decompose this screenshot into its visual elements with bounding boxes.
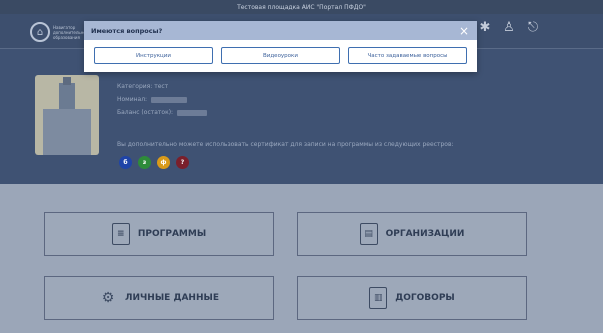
building-image — [35, 75, 99, 155]
organizations-label: ОРГАНИЗАЦИИ — [385, 229, 465, 239]
category-label: Категория: тест — [117, 83, 169, 90]
help-modal: Имеются вопросы? × Инструкции Видеоуроки… — [84, 21, 477, 72]
list-icon: ≡ — [111, 223, 130, 245]
document-icon: ▤ — [359, 223, 378, 245]
faq-button[interactable]: Часто задаваемые вопросы — [348, 47, 467, 64]
gear-icon: ⚙ — [101, 290, 115, 306]
contracts-tile[interactable]: ▥ ДОГОВОРЫ — [297, 276, 527, 320]
programs-label: ПРОГРАММЫ — [137, 229, 207, 239]
nominal-label: Номинал: — [117, 96, 148, 103]
logo[interactable]: ⌂ Навигатор дополнительного образования — [30, 20, 91, 44]
registry-badge[interactable]: ф — [157, 156, 170, 169]
contracts-label: ДОГОВОРЫ — [395, 293, 455, 303]
nominal-value-redacted — [151, 96, 188, 103]
registry-badge[interactable]: з — [138, 156, 151, 169]
user-icon[interactable]: ♙ — [502, 20, 516, 35]
balance-label: Баланс (остаток): — [117, 109, 174, 116]
modal-header: Имеются вопросы? × — [84, 21, 477, 40]
header-icons: ✱ ♙ ⎋ — [478, 20, 540, 35]
personal-data-tile[interactable]: ⚙ ЛИЧНЫЕ ДАННЫЕ — [44, 276, 274, 320]
registry-note: Вы дополнительно можете использовать сер… — [117, 141, 454, 148]
certificate-info: Категория: тест Номинал: Баланс (остаток… — [117, 83, 208, 122]
top-info-bar: Тестовая площадка АИС "Портал ПФДО" — [0, 0, 603, 14]
video-lessons-button[interactable]: Видеоуроки — [221, 47, 340, 64]
main-menu: ≡ ПРОГРАММЫ ▤ ОРГАНИЗАЦИИ ⚙ ЛИЧНЫЕ ДАННЫ… — [0, 184, 603, 333]
modal-title: Имеются вопросы? — [91, 26, 163, 35]
balance-value-redacted — [177, 109, 208, 116]
logo-icon: ⌂ — [30, 22, 50, 42]
close-icon[interactable]: × — [459, 25, 469, 37]
registry-badge[interactable]: б — [119, 156, 132, 169]
site-title: Тестовая площадка АИС "Портал ПФДО" — [237, 3, 366, 11]
logout-icon[interactable]: ⎋ — [526, 20, 540, 35]
modal-body: Инструкции Видеоуроки Часто задаваемые в… — [84, 40, 477, 64]
programs-tile[interactable]: ≡ ПРОГРАММЫ — [44, 212, 274, 256]
organizations-tile[interactable]: ▤ ОРГАНИЗАЦИИ — [297, 212, 527, 256]
snowflake-icon[interactable]: ✱ — [478, 20, 492, 35]
logo-text: Навигатор дополнительного образования — [53, 24, 91, 40]
registry-badges: б з ф ? — [119, 156, 189, 169]
contract-icon: ▥ — [369, 287, 388, 309]
personal-data-label: ЛИЧНЫЕ ДАННЫЕ — [125, 293, 219, 303]
registry-badge[interactable]: ? — [176, 156, 189, 169]
instructions-button[interactable]: Инструкции — [94, 47, 213, 64]
